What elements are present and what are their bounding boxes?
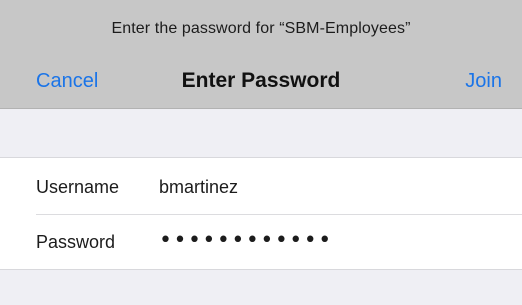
nav-header: Enter the password for “SBM-Employees” C… (0, 0, 522, 109)
username-row[interactable]: Username bmartinez (0, 158, 522, 214)
credentials-form: Username bmartinez Password •••••••••••• (0, 157, 522, 270)
section-spacer (0, 109, 522, 157)
password-prompt-text: Enter the password for “SBM-Employees” (111, 20, 411, 37)
bottom-spacer (0, 270, 522, 305)
username-label: Username (36, 177, 120, 197)
cancel-button[interactable]: Cancel (36, 70, 98, 93)
join-button[interactable]: Join (465, 70, 502, 93)
password-row[interactable]: Password •••••••••••• (0, 214, 522, 270)
username-field[interactable]: bmartinez (159, 177, 499, 198)
password-label: Password (36, 232, 116, 252)
password-field[interactable]: •••••••••••• (159, 228, 499, 253)
